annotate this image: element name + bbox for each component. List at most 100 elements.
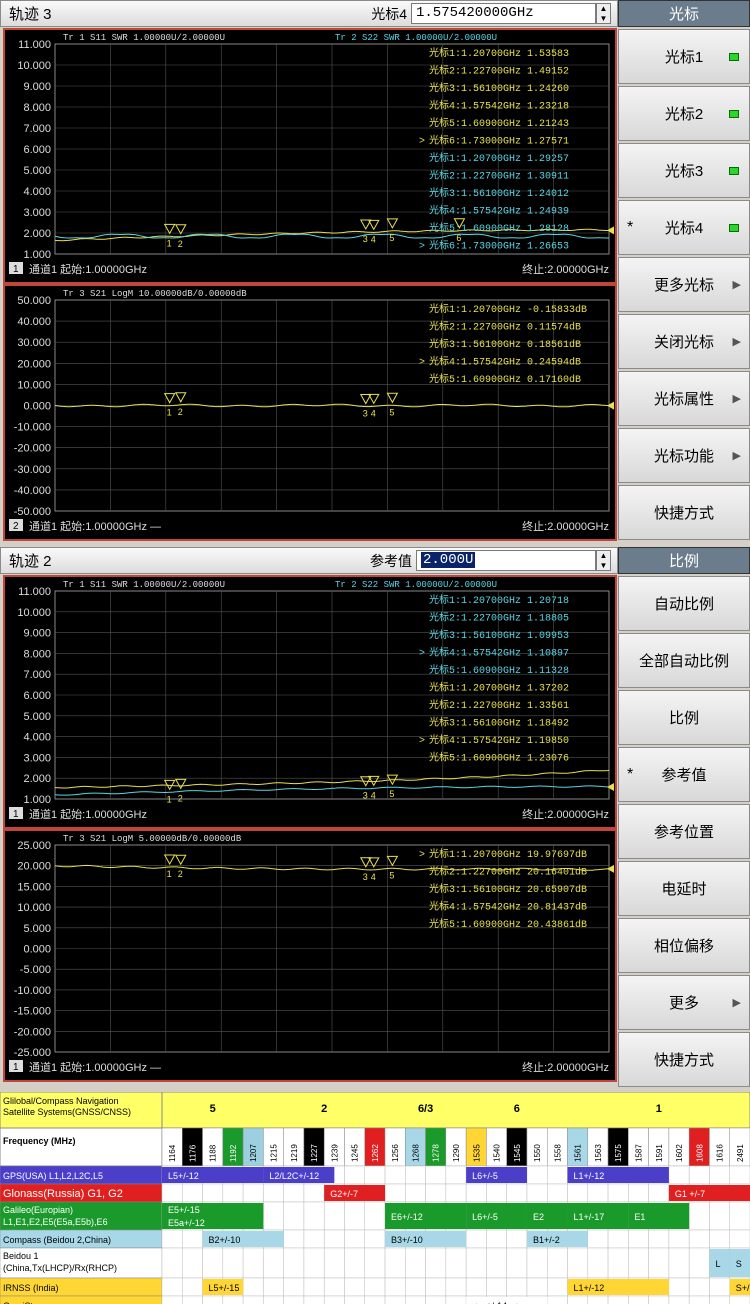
grid-cell [567, 1295, 589, 1304]
plot-header-right: Tr 2 S22 SWR 1.00000U/2.00000U [335, 33, 497, 43]
marker-readout: 光标4:1.57542GHz 20.81437dB [429, 900, 587, 914]
softkey-marker1[interactable]: 光标1 [618, 29, 750, 84]
softkey-autoscale[interactable]: 自动比例 [618, 576, 750, 631]
softkey-markers-off[interactable]: 关闭光标 ▶ [618, 314, 750, 369]
grid-cell [709, 1277, 730, 1297]
grid-cell [668, 1295, 690, 1304]
softkey-shortcut[interactable]: 快捷方式 [618, 485, 750, 540]
softkey-marker2[interactable]: 光标2 [618, 86, 750, 141]
grid-cell [628, 1247, 649, 1279]
grid-cell [283, 1247, 305, 1279]
softkey-label: 电延时 [661, 881, 707, 898]
marker-readout: 光标2:1.22700GHz 1.49152 [429, 64, 569, 78]
grid-cell [323, 1229, 345, 1249]
band-label: B1+/-2 [533, 1235, 560, 1245]
grid-cell [445, 1295, 467, 1304]
plot-swr-2[interactable]: Tr 1 S11 SWR 1.00000U/2.00000U Tr 2 S22 S… [3, 575, 617, 829]
band-label: L1+/-17 [574, 1212, 605, 1222]
grid-cell [506, 1247, 528, 1279]
trace2-title-bar: 轨迹 2 参考值 2.000U ▲ ▼ [0, 547, 618, 574]
softkey-shortcut[interactable]: 快捷方式 [618, 1032, 750, 1087]
grid-cell [384, 1295, 406, 1304]
softkey-ref-position[interactable]: 参考位置 [618, 804, 750, 859]
softkey-marker-props[interactable]: 光标属性 ▶ [618, 371, 750, 426]
selected-star-icon: * [627, 218, 634, 236]
active-marker-arrow-icon: > [419, 736, 425, 747]
softkey-marker-func[interactable]: 光标功能 ▶ [618, 428, 750, 483]
y-tick-label: 10.000 [17, 60, 51, 72]
softkey-more[interactable]: 更多 ▶ [618, 975, 750, 1030]
grid-cell [729, 1201, 750, 1231]
marker-number: 2 [178, 407, 183, 417]
marker-readout: 光标5:1.60900GHz 1.28128 [429, 221, 569, 235]
grid-cell [587, 1295, 609, 1304]
marker-number: 4 [371, 234, 376, 244]
plot-header-left: Tr 1 S11 SWR 1.00000U/2.00000U [63, 33, 225, 43]
grid-cell [283, 1277, 305, 1297]
marker-readout: 光标5:1.60900GHz 0.17160dB [429, 372, 581, 386]
marker-readout: 光标1:1.20700GHz 1.29257 [429, 151, 569, 165]
row-label-2: (China,Tx(LHCP)/Rx(RHCP) [3, 1263, 117, 1273]
freq-value: 1192 [229, 1144, 238, 1162]
y-tick-label: -30.000 [14, 464, 51, 476]
grid-cell [344, 1201, 366, 1231]
grid-cell [283, 1183, 305, 1203]
band-label: E5+/-15 [168, 1205, 200, 1215]
channel-number: 1 [13, 809, 19, 820]
marker-on-indicator [729, 166, 739, 175]
band-label: L2/L2C+/-12 [269, 1171, 319, 1181]
freq-value: 1545 [513, 1144, 522, 1162]
grid-cell [729, 1229, 750, 1249]
softkey-marker3[interactable]: 光标3 [618, 143, 750, 198]
grid-cell [263, 1277, 284, 1297]
marker-frequency-input[interactable]: 1.575420000GHz [411, 3, 596, 24]
grid-cell [425, 1165, 447, 1185]
spin-buttons[interactable]: ▲ ▼ [596, 3, 611, 24]
softkey-autoscale-all[interactable]: 全部自动比例 [618, 633, 750, 688]
grid-cell [506, 1277, 528, 1297]
gnss-frequency-table: Glilobal/Compass Navigation Satellite Sys… [0, 1092, 750, 1304]
marker-readout: 光标3:1.56100GHz 1.18492 [429, 716, 569, 730]
softkey-elec-delay[interactable]: 电延时 [618, 861, 750, 916]
marker-number: 3 [363, 234, 368, 244]
y-tick-label: -20.000 [14, 1026, 51, 1038]
softkey-scale[interactable]: 比例 [618, 690, 750, 745]
band-label: E5b+/-12 [263, 1218, 300, 1228]
grid-cell [546, 1277, 568, 1297]
plot-swr-1[interactable]: Tr 1 S11 SWR 1.00000U/2.00000U Tr 2 S22 S… [3, 28, 617, 284]
grid-cell [242, 1247, 264, 1279]
softkey-more-markers[interactable]: 更多光标 ▶ [618, 257, 750, 312]
softkey-phase-offset[interactable]: 相位偏移 [618, 918, 750, 973]
y-tick-label: 15.000 [17, 881, 51, 893]
grid-cell [465, 1229, 487, 1249]
grid-cell [526, 1165, 548, 1185]
softkey-label: 光标功能 [653, 448, 714, 465]
softkey-ref-value[interactable]: * 参考值 [618, 747, 750, 802]
band-label: S [736, 1259, 742, 1269]
grid-cell [688, 1247, 710, 1279]
grid-cell [445, 1165, 467, 1185]
reference-value-input[interactable]: 2.000U [416, 550, 596, 571]
grid-cell [384, 1277, 406, 1297]
header-title: Satellite Systems(GNSS/CNSS) [3, 1107, 131, 1117]
grid-cell [344, 1165, 366, 1185]
band-label: L5+/-12 [168, 1171, 199, 1181]
band-label: L5+/-15 [209, 1283, 240, 1293]
grid-cell [344, 1277, 366, 1297]
marker-triangle-icon [386, 855, 399, 867]
freq-value: 1290 [452, 1144, 461, 1162]
y-tick-label: 8.000 [23, 648, 51, 660]
footer-stop: 终止:2.00000GHz [522, 1060, 609, 1074]
marker-readout: 光标3:1.56100GHz 1.09953 [429, 628, 569, 642]
marker-number: 1 [167, 408, 172, 418]
grid-cell [283, 1229, 305, 1249]
grid-cell [303, 1201, 325, 1231]
freq-value: 1262 [371, 1144, 380, 1162]
submenu-arrow-icon: ▶ [732, 997, 741, 1009]
softkey-marker4[interactable]: * 光标4 [618, 200, 750, 255]
y-tick-label: -40.000 [14, 485, 51, 497]
plot-logm-1[interactable]: Tr 3 S21 LogM 10.00000dB/0.00000dB 50.000… [3, 284, 617, 541]
spin-buttons[interactable]: ▲ ▼ [596, 550, 611, 571]
y-tick-label: 7.000 [23, 123, 51, 135]
plot-logm-2[interactable]: Tr 3 S21 LogM 5.00000dB/0.00000dB 25.000 2… [3, 829, 617, 1082]
